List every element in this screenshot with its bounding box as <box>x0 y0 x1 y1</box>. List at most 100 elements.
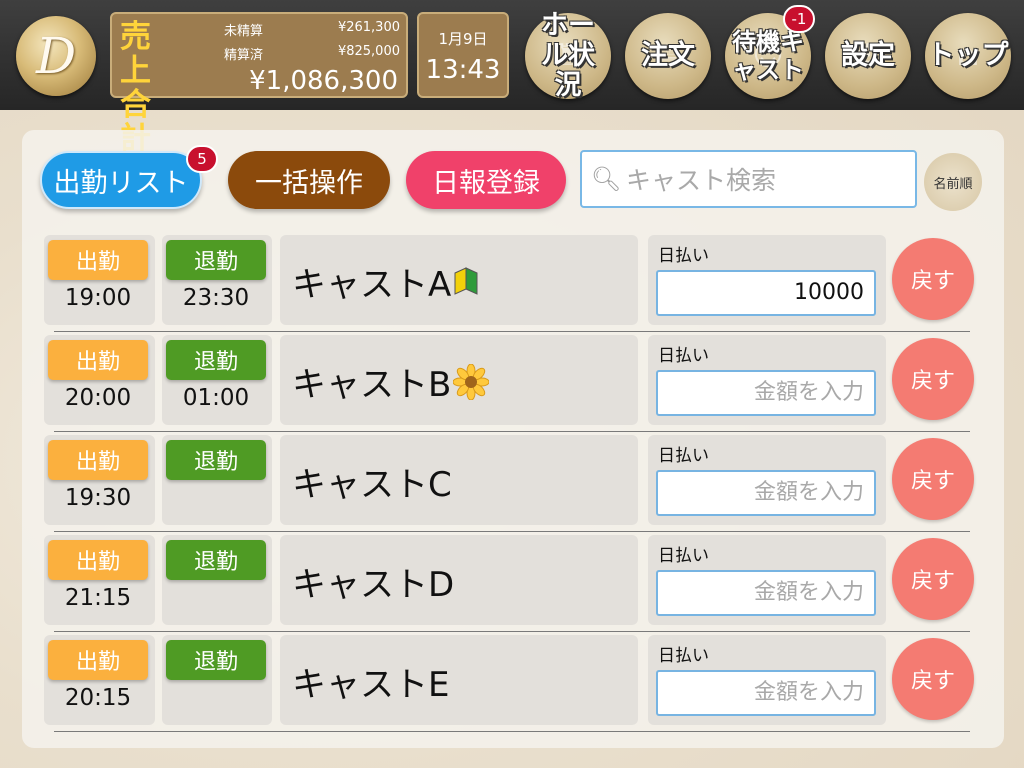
clock-out-button[interactable]: 退勤 <box>166 440 266 480</box>
clock-in-time: 19:00 <box>64 285 132 311</box>
clock-in-cell: 出勤 20:15 <box>44 635 155 725</box>
daily-pay-cell: 日払い 金額を入力 <box>648 335 886 425</box>
revert-button[interactable]: 戻す <box>892 238 974 320</box>
clock-out-cell: 退勤 01:00 <box>162 335 272 425</box>
clock-in-time: 20:00 <box>64 385 132 411</box>
nav-top-button[interactable]: ⌂ トップ <box>925 13 1011 99</box>
settled-value: ¥825,000 <box>337 44 400 59</box>
cast-row: 出勤 20:15 退勤 キャストE 日払い 金額を入力 戻す <box>44 635 974 732</box>
flower-mark-icon <box>452 363 490 401</box>
settled-label: 精算済 <box>224 48 264 63</box>
daily-pay-label: 日払い <box>658 446 709 466</box>
cast-row: 出勤 21:15 退勤 キャストD 日払い 金額を入力 戻す <box>44 535 974 632</box>
app-header: D 売上合計 未精算 ¥261,300 精算済 ¥825,000 ¥1,086,… <box>0 0 1024 156</box>
row-divider <box>54 331 970 332</box>
clock-out-cell: 退勤 <box>162 435 272 525</box>
beginner-mark-icon <box>454 267 478 295</box>
clock-in-cell: 出勤 20:00 <box>44 335 155 425</box>
row-divider <box>54 531 970 532</box>
cast-row: 出勤 19:00 退勤 23:30 キャストA 日払い 10000 戻す <box>44 235 974 332</box>
attendance-list-badge: 5 <box>186 145 218 173</box>
sort-by-name-button[interactable]: 名前順 <box>924 153 982 211</box>
daily-pay-input[interactable]: 金額を入力 <box>656 570 876 616</box>
date-time-panel: 1月9日 13:43 <box>417 12 509 98</box>
daily-pay-input[interactable]: 金額を入力 <box>656 470 876 516</box>
revert-button[interactable]: 戻す <box>892 338 974 420</box>
clock-in-cell: 出勤 19:00 <box>44 235 155 325</box>
sales-total-panel: 売上合計 未精算 ¥261,300 精算済 ¥825,000 ¥1,086,30… <box>110 12 408 156</box>
attendance-list-label: 出勤リスト <box>53 167 189 199</box>
nav-waiting-cast-label: 待機キャスト <box>732 28 804 84</box>
row-divider <box>54 731 970 732</box>
nav-hall-status-label: ホール状況 <box>541 10 595 101</box>
daily-pay-label: 日払い <box>658 346 709 366</box>
clock-in-time: 19:30 <box>64 485 132 511</box>
cast-name-cell[interactable]: キャストC <box>280 435 638 525</box>
bulk-operation-label: 一括操作 <box>255 167 363 199</box>
clock-in-time: 21:15 <box>64 585 132 611</box>
daily-pay-label: 日払い <box>658 646 709 666</box>
nav-order-button[interactable]: ☕ 注文 <box>625 13 711 99</box>
clock-out-button[interactable]: 退勤 <box>166 340 266 380</box>
daily-pay-input[interactable]: 金額を入力 <box>656 370 876 416</box>
unsettled-label: 未精算 <box>224 24 264 39</box>
clock-out-cell: 退勤 23:30 <box>162 235 272 325</box>
logo-letter: D <box>35 27 77 85</box>
current-date: 1月9日 <box>438 30 488 48</box>
nav-settings-button[interactable]: ⚙ 設定 <box>825 13 911 99</box>
revert-button[interactable]: 戻す <box>892 638 974 720</box>
bulk-operation-button[interactable]: 一括操作 <box>228 151 390 209</box>
clock-in-button[interactable]: 出勤 <box>48 340 148 380</box>
revert-button[interactable]: 戻す <box>892 538 974 620</box>
search-icon: 🔍︎ <box>590 165 622 193</box>
waiting-cast-badge: -1 <box>783 5 815 33</box>
clock-out-button[interactable]: 退勤 <box>166 240 266 280</box>
daily-report-button[interactable]: 日報登録 <box>406 151 566 209</box>
revert-button[interactable]: 戻す <box>892 438 974 520</box>
daily-pay-cell: 日払い 10000 <box>648 235 886 325</box>
cast-row: 出勤 19:30 退勤 キャストC 日払い 金額を入力 戻す <box>44 435 974 532</box>
nav-hall-status-button[interactable]: ♜ ホール状況 <box>525 10 611 101</box>
current-time: 13:43 <box>425 55 501 85</box>
clock-out-time: 23:30 <box>182 285 250 311</box>
daily-pay-cell: 日払い 金額を入力 <box>648 435 886 525</box>
sales-total-value: ¥1,086,300 <box>249 66 398 96</box>
clock-in-cell: 出勤 21:15 <box>44 535 155 625</box>
cast-name-cell[interactable]: キャストD <box>280 535 638 625</box>
cast-name-cell[interactable]: キャストE <box>280 635 638 725</box>
cast-name-cell[interactable]: キャストA <box>280 235 638 325</box>
clock-out-time: 01:00 <box>182 385 250 411</box>
logo[interactable]: D <box>16 16 96 96</box>
cast-name: キャストC <box>292 465 452 505</box>
daily-pay-cell: 日払い 金額を入力 <box>648 535 886 625</box>
row-divider <box>54 431 970 432</box>
clock-out-button[interactable]: 退勤 <box>166 640 266 680</box>
daily-pay-input[interactable]: 10000 <box>656 270 876 316</box>
clock-in-button[interactable]: 出勤 <box>48 440 148 480</box>
cast-search-input[interactable]: 🔍︎ キャスト検索 <box>580 150 917 208</box>
clock-in-button[interactable]: 出勤 <box>48 540 148 580</box>
cast-search-placeholder: キャスト検索 <box>626 166 777 195</box>
attendance-list-button[interactable]: 出勤リスト 5 <box>40 145 218 209</box>
nav-settings-label: 設定 <box>841 40 895 71</box>
clock-in-button[interactable]: 出勤 <box>48 240 148 280</box>
daily-pay-label: 日払い <box>658 246 709 266</box>
clock-out-button[interactable]: 退勤 <box>166 540 266 580</box>
daily-pay-label: 日払い <box>658 546 709 566</box>
sort-label: 名前順 <box>933 176 973 192</box>
nav-top-label: トップ <box>927 40 1009 71</box>
clock-out-cell: 退勤 <box>162 535 272 625</box>
clock-in-cell: 出勤 19:30 <box>44 435 155 525</box>
row-divider <box>54 631 970 632</box>
clock-in-button[interactable]: 出勤 <box>48 640 148 680</box>
cast-name: キャストD <box>292 565 455 605</box>
nav-order-label: 注文 <box>641 40 695 71</box>
daily-pay-cell: 日払い 金額を入力 <box>648 635 886 725</box>
nav-waiting-cast-button[interactable]: ☺ 待機キャスト -1 <box>725 5 815 99</box>
unsettled-value: ¥261,300 <box>337 20 400 35</box>
cast-row: 出勤 20:00 退勤 01:00 キャストB 日払い 金額を入力 戻す <box>44 335 974 432</box>
cast-name-cell[interactable]: キャストB <box>280 335 638 425</box>
cast-name: キャストA <box>292 257 479 306</box>
daily-pay-input[interactable]: 金額を入力 <box>656 670 876 716</box>
cast-name: キャストE <box>292 665 450 705</box>
